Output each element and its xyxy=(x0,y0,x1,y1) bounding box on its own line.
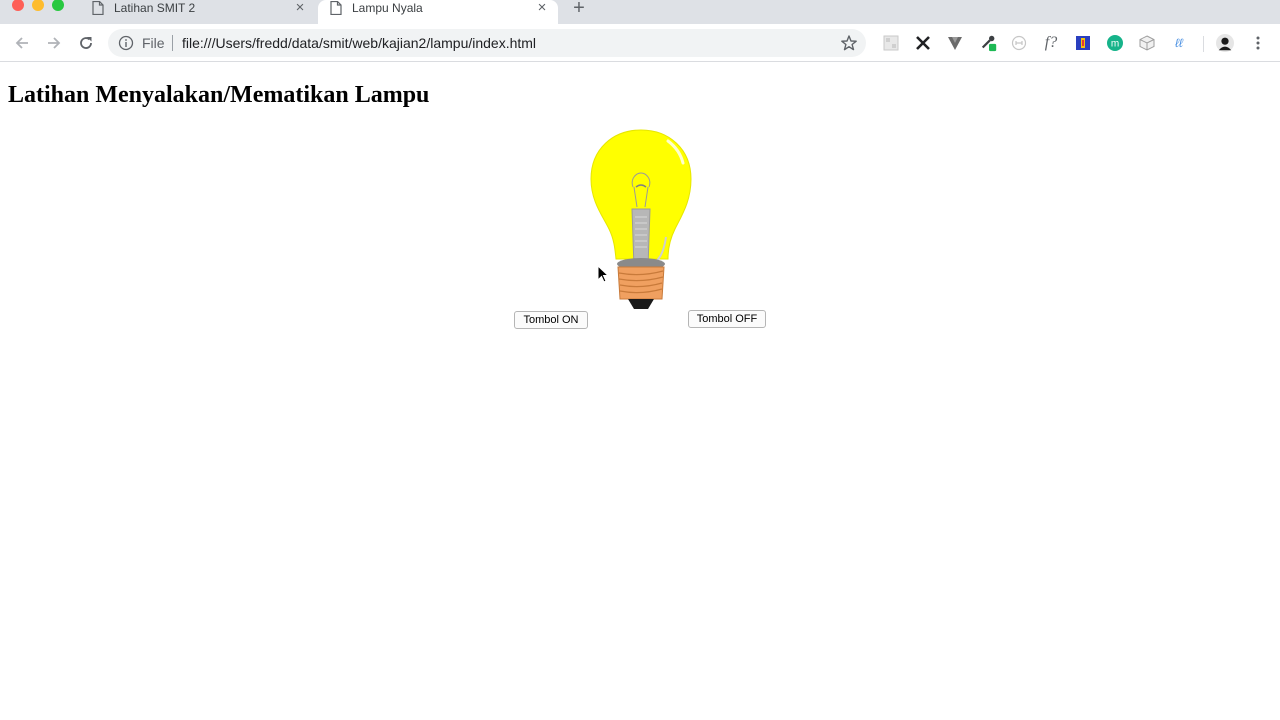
forward-button[interactable] xyxy=(44,33,64,53)
mouse-cursor-icon xyxy=(597,265,609,283)
info-icon[interactable] xyxy=(118,35,134,51)
flag-icon[interactable] xyxy=(1074,34,1092,52)
omnibox-divider xyxy=(172,35,173,51)
x-icon[interactable] xyxy=(914,34,932,52)
back-button[interactable] xyxy=(12,33,32,53)
browser-toolbar: File file:///Users/fredd/data/smit/web/k… xyxy=(0,24,1280,62)
new-tab-button[interactable]: + xyxy=(570,0,588,18)
handwriting-icon[interactable]: ℓℓ xyxy=(1170,34,1188,52)
minimize-window-icon[interactable] xyxy=(32,0,44,11)
scheme-label: File xyxy=(142,35,165,51)
maximize-window-icon[interactable] xyxy=(52,0,64,11)
eyedropper-icon[interactable] xyxy=(980,34,998,52)
page-icon xyxy=(330,1,342,15)
toolbar-divider xyxy=(1203,36,1204,52)
link-circle-icon[interactable] xyxy=(1010,34,1028,52)
reload-button[interactable] xyxy=(76,33,96,53)
off-button[interactable]: Tombol OFF xyxy=(688,310,766,328)
menu-dots-icon[interactable] xyxy=(1249,34,1267,52)
page-title: Latihan Menyalakan/Mematikan Lampu xyxy=(8,82,430,108)
address-bar[interactable]: File file:///Users/fredd/data/smit/web/k… xyxy=(108,29,866,57)
qr-icon[interactable] xyxy=(882,34,900,52)
close-tab-icon[interactable]: × xyxy=(292,0,308,16)
on-button[interactable]: Tombol ON xyxy=(514,311,588,329)
close-tab-icon[interactable]: × xyxy=(534,0,550,16)
url-text[interactable]: file:///Users/fredd/data/smit/web/kajian… xyxy=(182,35,536,51)
function-icon[interactable]: f? xyxy=(1042,34,1060,52)
close-window-icon[interactable] xyxy=(12,0,24,11)
page-icon xyxy=(92,1,104,15)
tab-strip: Latihan SMIT 2 × Lampu Nyala × + xyxy=(0,0,1280,24)
m-icon[interactable]: m xyxy=(1106,34,1124,52)
arrow-left-icon xyxy=(15,37,28,49)
tab-title: Latihan SMIT 2 xyxy=(114,1,196,15)
lightbulb-image xyxy=(590,129,692,309)
tab-title: Lampu Nyala xyxy=(352,1,423,15)
reload-icon xyxy=(80,37,92,49)
bookmark-star-icon[interactable] xyxy=(840,34,858,52)
cube-icon[interactable] xyxy=(1138,34,1156,52)
tab-latihan-smit[interactable]: Latihan SMIT 2 × xyxy=(80,0,316,24)
v-icon[interactable] xyxy=(946,34,964,52)
tab-lampu-nyala[interactable]: Lampu Nyala × xyxy=(318,0,558,24)
avatar[interactable] xyxy=(1216,34,1234,52)
arrow-right-icon xyxy=(48,37,61,49)
svg-text:m: m xyxy=(1111,39,1119,50)
